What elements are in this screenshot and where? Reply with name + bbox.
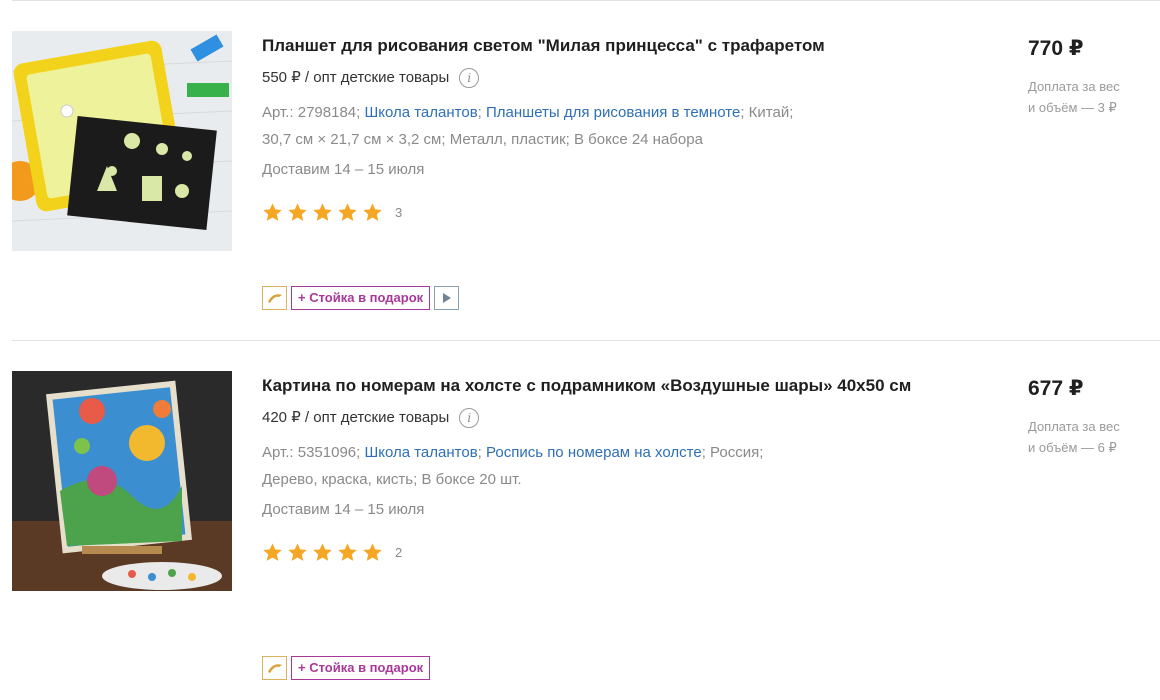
review-count[interactable]: 2 — [395, 545, 402, 560]
dimensions: 30,7 см × 21,7 см × 3,2 см; — [262, 131, 446, 148]
star-icon — [262, 542, 283, 563]
box-quantity: В боксе 20 шт. — [421, 471, 522, 488]
star-icon — [337, 202, 358, 223]
badges: + Стойка в подарок — [262, 286, 460, 310]
price: 770 ₽ — [1028, 37, 1084, 60]
star-icon — [287, 542, 308, 563]
article-number: Арт.: 5351096; — [262, 444, 361, 461]
category-link[interactable]: Роспись по номерам на холсте — [486, 444, 702, 461]
info-icon[interactable]: i — [459, 68, 480, 88]
price: 677 ₽ — [1028, 377, 1084, 400]
gift-badge[interactable]: + Стойка в подарок — [291, 656, 431, 680]
brand-link[interactable]: Школа талантов — [364, 104, 477, 121]
wholesale-price: 550 ₽ / опт детские товары i — [262, 67, 962, 89]
surcharge-label: Доплата за вес — [1028, 419, 1120, 434]
star-icon — [337, 542, 358, 563]
material: Дерево, краска, кисть; — [262, 471, 418, 488]
weight-surcharge: Доплата за вес и объём — 3 ₽ — [1028, 76, 1158, 118]
rating[interactable]: 2 — [262, 542, 962, 563]
paint-by-numbers-image — [12, 371, 232, 591]
delivery-date: Доставим 14 – 15 июля — [262, 501, 425, 518]
product-attributes: Арт.: 2798184; Школа талантов; Планшеты … — [262, 104, 794, 148]
country: Китай; — [748, 104, 794, 121]
delivery-date: Доставим 14 – 15 июля — [262, 161, 425, 178]
star-icon — [287, 202, 308, 223]
star-icon — [262, 202, 283, 223]
drawing-tablet-image — [12, 31, 232, 251]
rating[interactable]: 3 — [262, 202, 962, 223]
dolphin-icon[interactable] — [262, 656, 287, 680]
star-icon — [362, 542, 383, 563]
product-image[interactable] — [12, 31, 232, 251]
product-card: Картина по номерам на холсте с подрамник… — [0, 340, 1160, 700]
wholesale-price-text: 550 ₽ / опт детские товары — [262, 69, 450, 86]
star-icon — [362, 202, 383, 223]
country: Россия; — [710, 444, 764, 461]
star-icon — [312, 542, 333, 563]
wholesale-price: 420 ₽ / опт детские товары i — [262, 407, 962, 429]
product-title[interactable]: Планшет для рисования светом "Милая прин… — [262, 31, 962, 61]
review-count[interactable]: 3 — [395, 205, 402, 220]
dolphin-icon[interactable] — [262, 286, 287, 310]
surcharge-value: и объём — 3 ₽ — [1028, 100, 1117, 115]
material: Металл, пластик; — [449, 131, 570, 148]
product-image[interactable] — [12, 371, 232, 591]
brand-link[interactable]: Школа талантов — [364, 444, 477, 461]
product-attributes: Арт.: 5351096; Школа талантов; Роспись п… — [262, 444, 764, 488]
surcharge-label: Доплата за вес — [1028, 79, 1120, 94]
product-title[interactable]: Картина по номерам на холсте с подрамник… — [262, 371, 962, 401]
star-icon — [312, 202, 333, 223]
product-card: Планшет для рисования светом "Милая прин… — [0, 0, 1160, 340]
article-number: Арт.: 2798184; — [262, 104, 361, 121]
info-icon[interactable]: i — [459, 408, 480, 428]
wholesale-price-text: 420 ₽ / опт детские товары — [262, 409, 450, 426]
category-link[interactable]: Планшеты для рисования в темноте — [486, 104, 740, 121]
play-icon[interactable] — [434, 286, 460, 310]
badges: + Стойка в подарок — [262, 656, 431, 680]
box-quantity: В боксе 24 набора — [573, 131, 703, 148]
weight-surcharge: Доплата за вес и объём — 6 ₽ — [1028, 416, 1158, 458]
surcharge-value: и объём — 6 ₽ — [1028, 440, 1117, 455]
gift-badge[interactable]: + Стойка в подарок — [291, 286, 431, 310]
